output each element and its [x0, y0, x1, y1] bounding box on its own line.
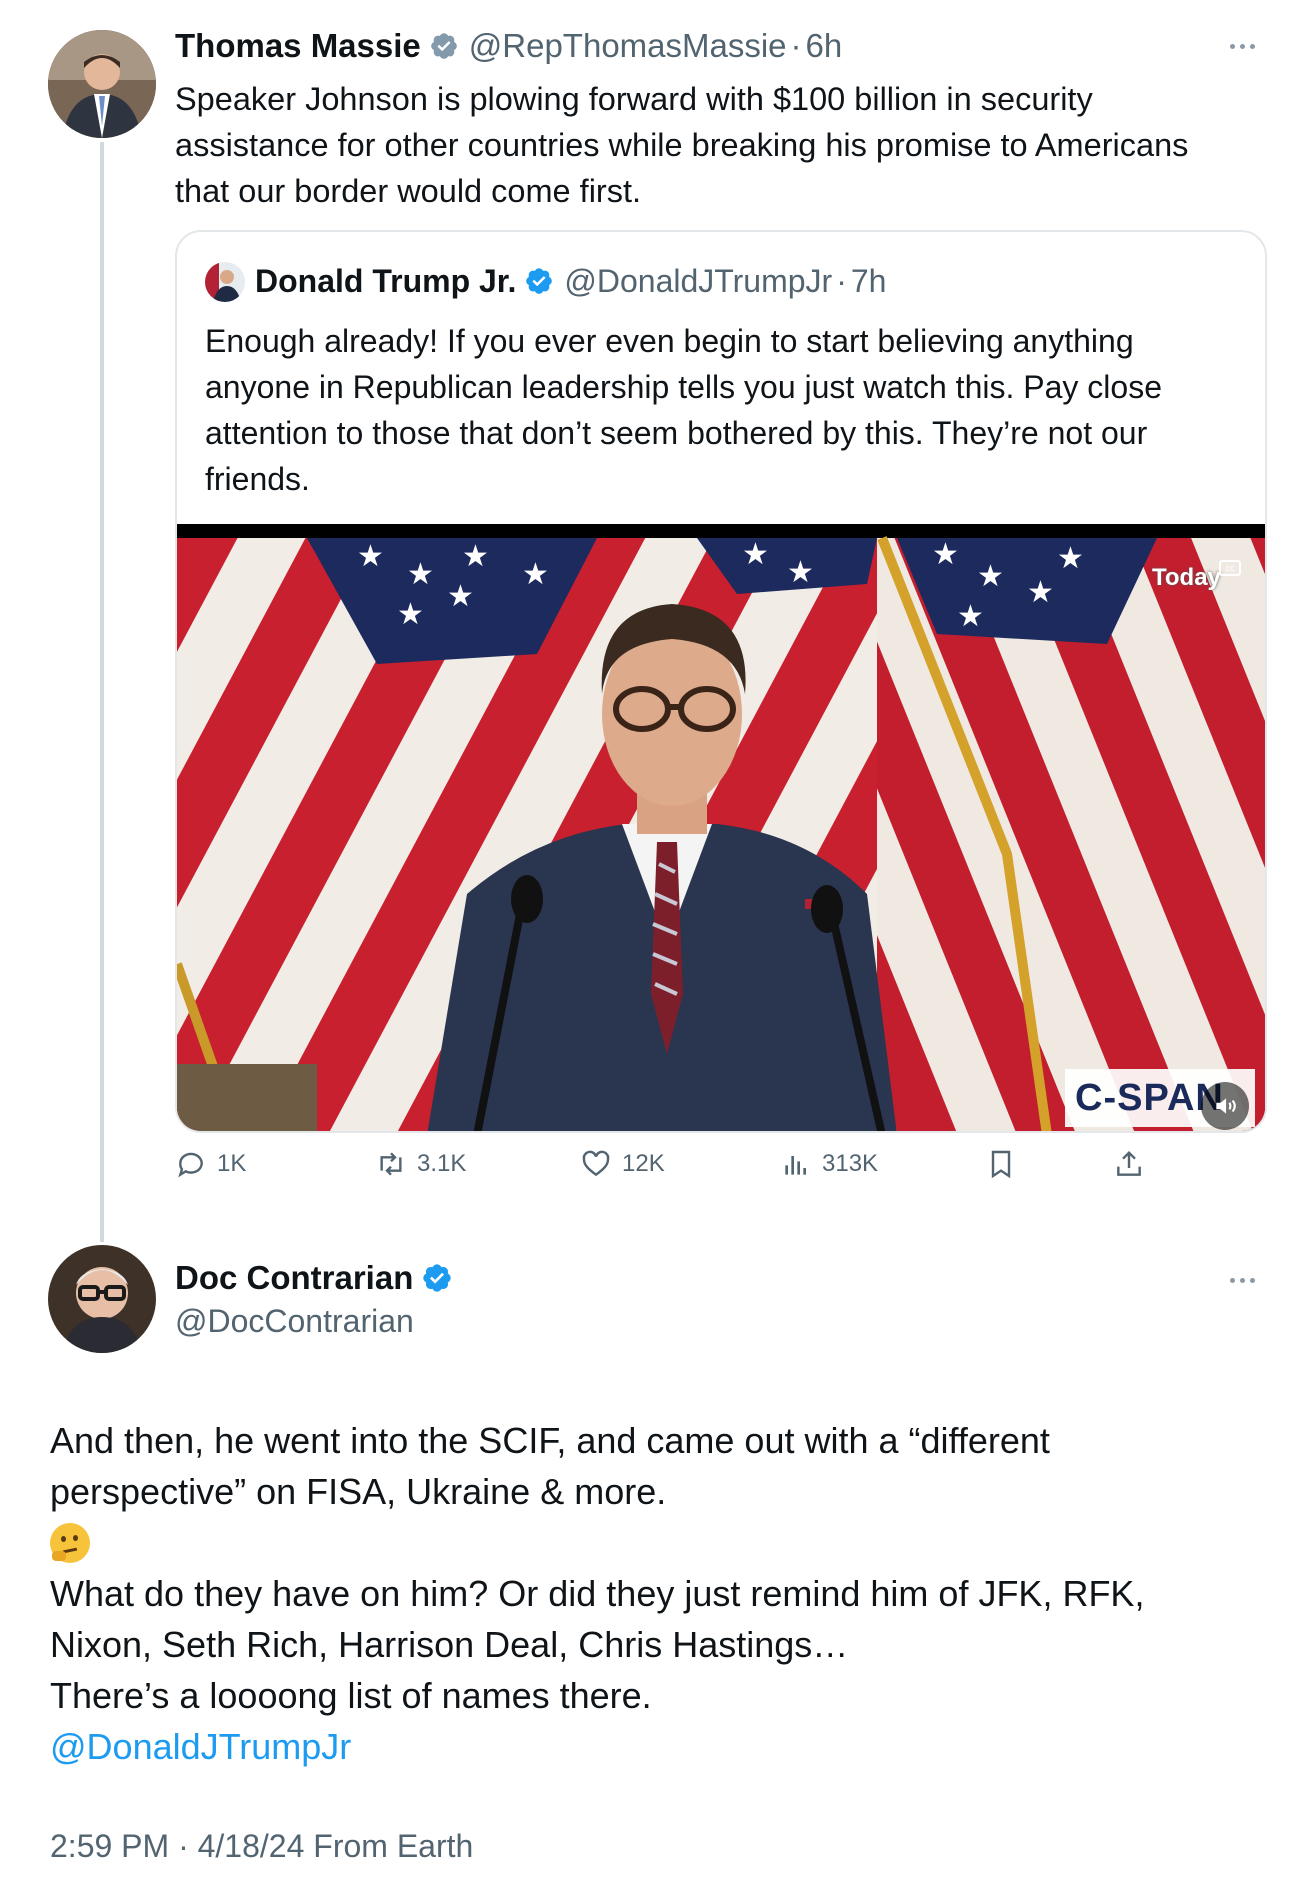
quoted-post-time: 7h	[850, 262, 887, 299]
avatar-doc-contrarian[interactable]	[48, 1245, 156, 1353]
repost-count: 3.1K	[417, 1150, 467, 1177]
reply-text-line: There’s a loooong list of names there.	[50, 1675, 652, 1716]
avatar-thomas-massie[interactable]	[48, 30, 156, 138]
dot-separator: ·	[836, 262, 847, 299]
quoted-text-line: friends.	[205, 461, 310, 497]
views-button[interactable]: 313K	[780, 1148, 878, 1180]
avatar-donald-trump-jr	[205, 262, 245, 302]
like-icon	[582, 1150, 610, 1177]
repost-button[interactable]: 3.1K	[375, 1148, 466, 1180]
captions-icon[interactable]: cc	[1219, 560, 1241, 576]
bookmark-button[interactable]	[985, 1148, 1017, 1180]
reply-text-line: Nixon, Seth Rich, Harrison Deal, Chris H…	[50, 1624, 849, 1665]
reply-tweet-text: And then, he went into the SCIF, and cam…	[50, 1415, 1270, 1772]
author-handle[interactable]: @RepThomasMassie	[469, 27, 787, 65]
svg-text:★: ★	[742, 537, 769, 572]
avatar-portrait-icon	[48, 30, 156, 138]
quoted-text-line: Enough already! If you ever even begin t…	[205, 323, 1134, 359]
video-watermark: Today	[1152, 564, 1221, 591]
quoted-tweet-header: Donald Trump Jr. @DonaldJTrumpJr · 7h	[255, 260, 886, 302]
like-count: 12K	[622, 1150, 665, 1177]
svg-text:★: ★	[957, 599, 984, 634]
verified-badge-icon	[524, 266, 554, 296]
verified-badge-icon	[429, 31, 459, 61]
svg-text:★: ★	[1057, 541, 1084, 576]
dot-separator: ·	[790, 27, 802, 64]
main-tweet-text-line: assistance for other countries while bre…	[175, 127, 1189, 163]
quoted-text-line: attention to those that don’t seem bothe…	[205, 415, 1148, 451]
svg-text:★: ★	[407, 557, 434, 592]
more-icon[interactable]	[1230, 44, 1255, 49]
quoted-tweet-card[interactable]: Donald Trump Jr. @DonaldJTrumpJr · 7h En…	[175, 230, 1267, 1133]
post-timestamp[interactable]: 2:59 PM · 4/18/24 From Earth	[50, 1828, 473, 1865]
reply-text-line: perspective” on FISA, Ukraine & more.	[50, 1471, 667, 1512]
verified-badge-icon	[421, 1262, 453, 1294]
tweet-action-bar: 1K 3.1K 12K 313K	[175, 1148, 1175, 1196]
more-icon[interactable]	[1230, 1278, 1255, 1283]
share-button[interactable]	[1113, 1148, 1145, 1180]
views-count: 313K	[822, 1150, 879, 1177]
mention-link[interactable]: @DonaldJTrumpJr	[50, 1721, 1270, 1772]
thinking-emoji: 🤔	[50, 1517, 1270, 1568]
thread-connector-line	[100, 142, 104, 1242]
svg-text:★: ★	[932, 537, 959, 572]
reply-author-name[interactable]: Doc Contrarian	[175, 1259, 413, 1297]
reply-text-line: What do they have on him? Or did they ju…	[50, 1573, 1145, 1614]
share-icon	[1117, 1150, 1141, 1176]
quoted-author-name: Donald Trump Jr.	[255, 262, 517, 299]
reply-button[interactable]: 1K	[175, 1148, 246, 1180]
reply-tweet-name-row: Doc Contrarian	[175, 1257, 453, 1299]
avatar-portrait-icon	[48, 1245, 156, 1353]
main-tweet-header: Thomas Massie @RepThomasMassie · 6h	[175, 26, 842, 66]
author-name[interactable]: Thomas Massie	[175, 27, 421, 65]
thinking-face-icon	[50, 1522, 90, 1563]
reply-icon	[178, 1152, 203, 1178]
embedded-video[interactable]: ★ ★ ★ ★ ★ ★ ★ ★ ★ ★ ★ ★ ★ Today cc C-SPA…	[177, 524, 1265, 1131]
svg-text:★: ★	[787, 555, 814, 590]
views-icon	[785, 1156, 806, 1175]
avatar-portrait-icon	[205, 262, 245, 302]
svg-text:★: ★	[447, 579, 474, 614]
like-button[interactable]: 12K	[580, 1148, 665, 1180]
post-time[interactable]: 6h	[806, 27, 843, 65]
main-tweet-text: Speaker Johnson is plowing forward with …	[175, 76, 1275, 214]
bookmark-icon	[991, 1150, 1011, 1179]
quoted-text-line: anyone in Republican leadership tells yo…	[205, 369, 1162, 405]
repost-icon	[380, 1152, 402, 1176]
svg-text:★: ★	[1027, 575, 1054, 610]
svg-text:★: ★	[522, 557, 549, 592]
quoted-tweet-text: Enough already! If you ever even begin t…	[205, 318, 1245, 502]
reply-author-handle[interactable]: @DocContrarian	[175, 1303, 414, 1340]
video-frame: ★★★ ★★★ ★★ ★★ ★ ★★	[177, 524, 1265, 1131]
quoted-author-handle: @DonaldJTrumpJr	[564, 262, 833, 299]
main-tweet-text-line: that our border would come first.	[175, 173, 642, 209]
volume-icon[interactable]	[1201, 1082, 1249, 1130]
svg-text:★: ★	[462, 539, 489, 574]
reply-text-line: And then, he went into the SCIF, and cam…	[50, 1420, 1050, 1461]
svg-text:★: ★	[357, 539, 384, 574]
main-tweet-text-line: Speaker Johnson is plowing forward with …	[175, 81, 1093, 117]
svg-text:★: ★	[397, 597, 424, 632]
reply-count: 1K	[217, 1150, 247, 1177]
svg-text:★: ★	[977, 559, 1004, 594]
